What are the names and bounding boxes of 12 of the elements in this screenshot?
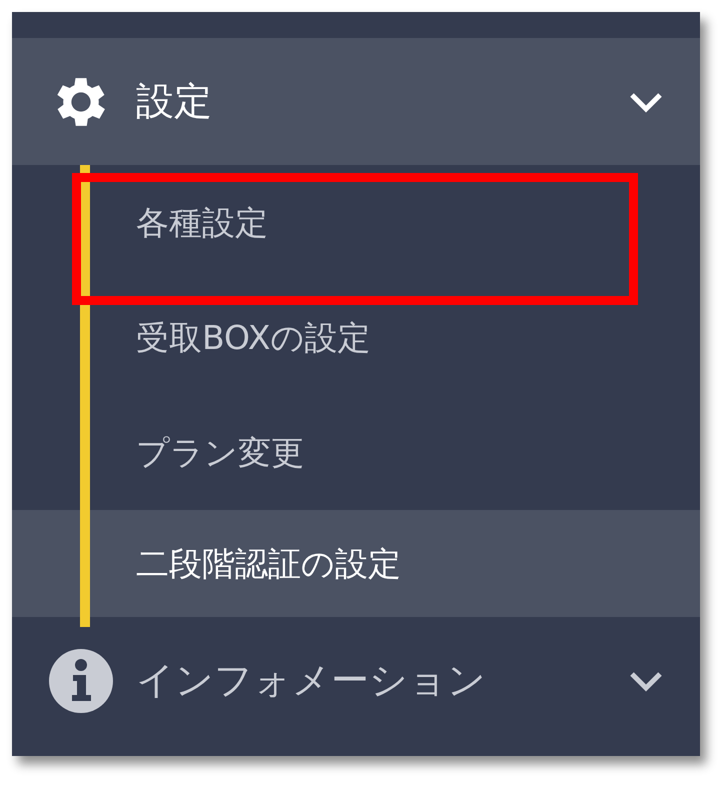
submenu-item[interactable]: 二段階認証の設定 <box>12 510 700 617</box>
chevron-down-icon[interactable] <box>628 670 664 692</box>
submenu-label: 二段階認証の設定 <box>136 542 401 585</box>
info-icon <box>48 648 114 714</box>
submenu-link[interactable]: プラン変更 <box>136 428 304 478</box>
submenu-link[interactable]: 受取BOXの設定 <box>136 312 371 362</box>
menu-header[interactable]: 設定 <box>12 38 700 165</box>
submenu-link[interactable]: 各種設定 <box>136 198 268 248</box>
chevron-down-icon[interactable] <box>628 91 664 114</box>
menu-label: 設定 <box>136 78 213 125</box>
menu-label: インフォメーション <box>136 657 487 704</box>
menu-header[interactable]: インフォメーション <box>12 617 700 744</box>
